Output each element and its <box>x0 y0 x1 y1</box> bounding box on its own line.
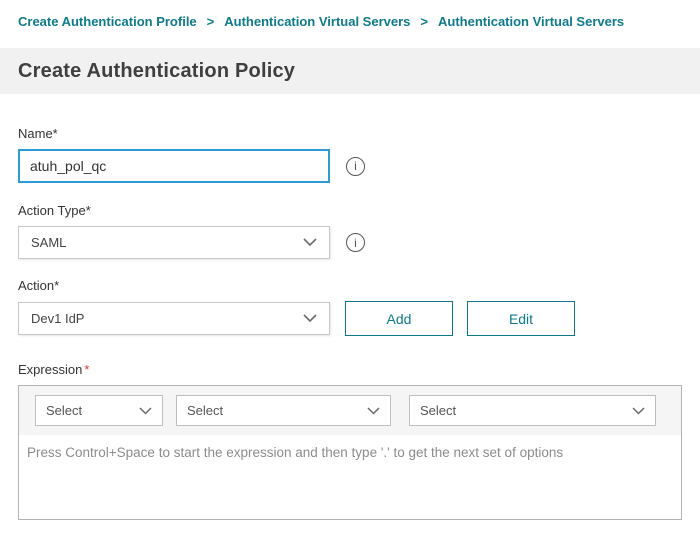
expression-select-1-value: Select <box>46 403 82 418</box>
expression-label: Expression* <box>18 362 682 377</box>
name-label: Name* <box>18 126 682 141</box>
expression-input[interactable] <box>19 435 681 519</box>
breadcrumb-item-authentication-virtual-servers[interactable]: Authentication Virtual Servers <box>224 14 410 29</box>
expression-editor: Select Select Select <box>18 385 682 520</box>
page-title: Create Authentication Policy <box>18 60 295 83</box>
page-header: Create Authentication Policy <box>0 48 700 94</box>
expression-select-3-value: Select <box>420 403 456 418</box>
expression-select-3[interactable]: Select <box>409 395 656 426</box>
create-authentication-policy-page: Create Authentication Profile > Authentica… <box>0 0 700 520</box>
action-select-value: Dev1 IdP <box>31 311 84 326</box>
breadcrumb-separator-icon: > <box>207 14 215 29</box>
expression-label-text: Expression <box>18 362 82 377</box>
expression-select-1[interactable]: Select <box>35 395 163 426</box>
expression-toolbar: Select Select Select <box>19 386 681 435</box>
chevron-down-icon <box>303 314 317 323</box>
action-row: Dev1 IdP Add Edit <box>18 301 682 336</box>
add-button[interactable]: Add <box>345 301 453 336</box>
expression-select-2[interactable]: Select <box>176 395 391 426</box>
breadcrumb-separator-icon: > <box>420 14 428 29</box>
breadcrumb-item-authentication-virtual-servers-2[interactable]: Authentication Virtual Servers <box>438 14 624 29</box>
expression-select-2-value: Select <box>187 403 223 418</box>
name-row: i <box>18 149 682 183</box>
breadcrumb-item-create-authentication-profile[interactable]: Create Authentication Profile <box>18 14 197 29</box>
info-icon[interactable]: i <box>346 157 365 176</box>
action-type-row: SAML i <box>18 226 682 259</box>
action-type-select[interactable]: SAML <box>18 226 330 259</box>
edit-button[interactable]: Edit <box>467 301 575 336</box>
chevron-down-icon <box>303 238 317 247</box>
chevron-down-icon <box>367 407 380 415</box>
create-policy-form: Name* i Action Type* SAML i Action* Dev1… <box>0 126 700 520</box>
info-icon[interactable]: i <box>346 233 365 252</box>
action-type-label: Action Type* <box>18 203 682 218</box>
action-label: Action* <box>18 278 682 293</box>
name-input[interactable] <box>18 149 330 183</box>
chevron-down-icon <box>632 407 645 415</box>
action-select[interactable]: Dev1 IdP <box>18 302 330 335</box>
required-asterisk: * <box>84 362 89 377</box>
action-type-select-value: SAML <box>31 235 66 250</box>
breadcrumb: Create Authentication Profile > Authentica… <box>0 0 700 29</box>
chevron-down-icon <box>139 407 152 415</box>
